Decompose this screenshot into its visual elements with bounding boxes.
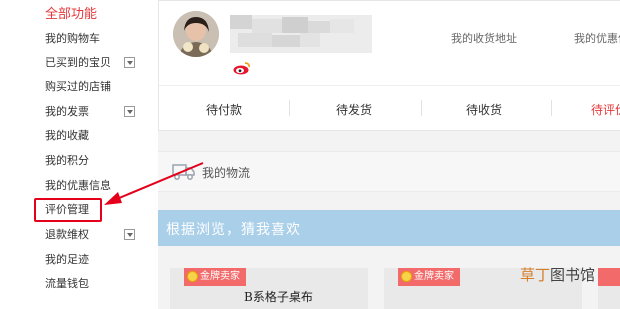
sidebar-item-cart[interactable]: 我的购物车 bbox=[45, 28, 145, 50]
divider bbox=[159, 85, 620, 86]
chevron-down-icon[interactable] bbox=[124, 229, 135, 240]
sidebar-item-favorites[interactable]: 我的收藏 bbox=[45, 125, 145, 147]
weibo-icon[interactable] bbox=[233, 61, 251, 75]
sidebar-title[interactable]: 全部功能 bbox=[45, 3, 97, 22]
product-card[interactable]: 金牌卖家 B系格子桌布 bbox=[170, 268, 368, 309]
logistics-label: 我的物流 bbox=[202, 166, 251, 180]
shipping-address-link[interactable]: 我的收货地址 bbox=[451, 30, 517, 46]
my-coupons-link[interactable]: 我的优惠信 bbox=[574, 30, 620, 46]
sidebar-item-shops[interactable]: 购买过的店铺 bbox=[45, 76, 145, 98]
recommend-header: 根据浏览，猜我喜欢 bbox=[158, 210, 620, 246]
divider bbox=[289, 100, 290, 116]
truck-icon bbox=[172, 164, 195, 180]
tab-pending-review[interactable]: 待评价 bbox=[591, 101, 620, 118]
product-card[interactable] bbox=[598, 268, 620, 309]
medal-icon bbox=[401, 271, 412, 282]
medal-icon bbox=[187, 271, 198, 282]
sidebar-item-data-wallet[interactable]: 流量钱包 bbox=[45, 273, 145, 295]
avatar[interactable] bbox=[173, 11, 219, 57]
highlight-box bbox=[34, 198, 102, 222]
sidebar-item-points[interactable]: 我的积分 bbox=[45, 150, 145, 172]
main-content: 我的收货地址 我的优惠信 待付款 待发货 待收货 待评价 我的物流 根据浏览，猜… bbox=[158, 0, 620, 309]
sidebar-item-footprints[interactable]: 我的足迹 bbox=[45, 249, 145, 271]
divider bbox=[551, 100, 552, 116]
profile-card: 我的收货地址 我的优惠信 待付款 待发货 待收货 待评价 bbox=[158, 0, 620, 131]
sidebar-item-coupons[interactable]: 我的优惠信息 bbox=[45, 175, 145, 197]
tab-pending-payment[interactable]: 待付款 bbox=[206, 101, 242, 118]
product-image-text: B系格子桌布 bbox=[244, 290, 313, 304]
chevron-down-icon[interactable] bbox=[124, 57, 135, 68]
blurred-username bbox=[230, 15, 372, 53]
tab-pending-receipt[interactable]: 待收货 bbox=[466, 101, 502, 118]
gold-seller-badge: 金牌卖家 bbox=[398, 268, 460, 286]
divider bbox=[421, 100, 422, 116]
recommend-title: 根据浏览，猜我喜欢 bbox=[166, 222, 301, 238]
chevron-down-icon[interactable] bbox=[124, 106, 135, 117]
tab-pending-shipment[interactable]: 待发货 bbox=[336, 101, 372, 118]
watermark: 草丁图书馆 bbox=[520, 266, 596, 284]
gold-seller-badge bbox=[598, 268, 620, 286]
logistics-panel[interactable]: 我的物流 bbox=[158, 151, 620, 192]
gold-seller-badge: 金牌卖家 bbox=[184, 268, 246, 286]
sidebar: 全部功能 我的购物车 已买到的宝贝 购买过的店铺 我的发票 我的收藏 我的积分 … bbox=[0, 0, 158, 309]
